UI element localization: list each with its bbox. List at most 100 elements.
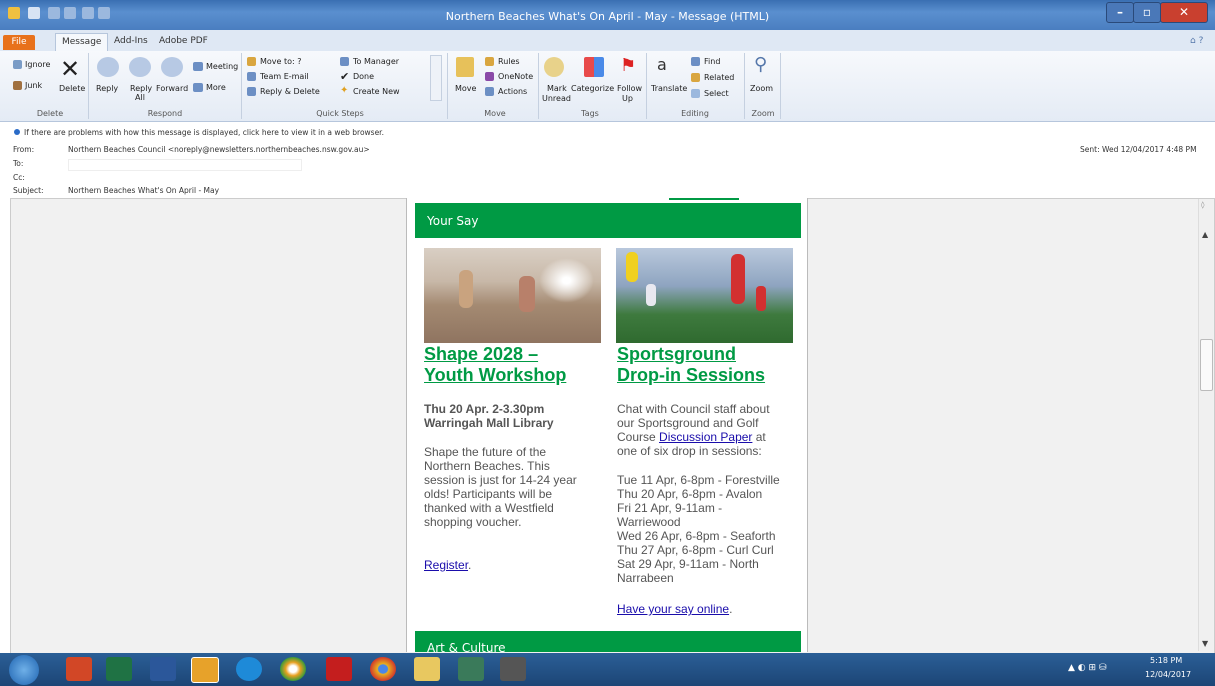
group-label-zoom: Zoom [751, 109, 775, 118]
start-button[interactable] [9, 655, 39, 685]
picasa-taskbar-icon[interactable] [280, 657, 306, 681]
minimize-button[interactable]: – [1106, 2, 1134, 23]
maximize-button[interactable]: ▫ [1133, 2, 1161, 23]
find-button[interactable]: Find [704, 57, 720, 66]
delete-button[interactable]: Delete [59, 84, 85, 93]
snipping-tool-taskbar-icon[interactable] [500, 657, 526, 681]
reply-button[interactable]: Reply [96, 84, 118, 93]
junk-button[interactable]: Junk [25, 81, 42, 90]
follow-up-label-2: Up [622, 94, 633, 103]
follow-up-flag-icon: ⚑ [620, 55, 637, 76]
junk-icon [13, 81, 22, 90]
rules-button[interactable]: Rules [498, 57, 520, 66]
close-button[interactable]: ✕ [1160, 2, 1208, 23]
session-item: Fri 21 Apr, 9-11am - [617, 501, 723, 515]
section-your-say: Your Say [415, 203, 801, 238]
internet-explorer-taskbar-icon[interactable] [236, 657, 262, 681]
ignore-button[interactable]: Ignore [25, 60, 50, 69]
quickstep-to-manager[interactable]: To Manager [353, 57, 399, 66]
quickstep-team-email[interactable]: Team E-mail [260, 72, 309, 81]
tab-message[interactable]: Message [55, 33, 109, 51]
excel-taskbar-icon[interactable] [106, 657, 132, 681]
have-your-say-period: . [729, 602, 733, 616]
sportsground-title-line-2[interactable]: Drop-in Sessions [617, 365, 765, 386]
ribbon: Ignore Junk ✕ Delete Delete Reply Reply … [0, 51, 1215, 122]
group-separator [646, 53, 647, 119]
system-tray-icons[interactable]: ▲ ◐ ⊞ ⛁ [1068, 663, 1106, 673]
done-check-icon: ✔ [340, 70, 350, 83]
email-body: Your Say Shape 2028 – Youth Workshop Thu… [406, 198, 808, 652]
delete-x-icon: ✕ [60, 55, 81, 83]
mark-unread-button[interactable]: Mark [547, 84, 567, 93]
child-figure [459, 270, 473, 308]
forward-icon [161, 57, 183, 77]
discussion-paper-link[interactable]: Discussion Paper [659, 430, 752, 444]
scroll-up-arrow[interactable]: ▲ [1202, 230, 1208, 239]
powerpoint-taskbar-icon[interactable] [66, 657, 92, 681]
meeting-button[interactable]: Meeting [206, 62, 238, 71]
categorize-button[interactable]: Categorize [571, 84, 614, 93]
shape-2028-title-line-2[interactable]: Youth Workshop [424, 365, 566, 386]
chrome-taskbar-icon[interactable] [370, 657, 396, 681]
ribbon-tabs: File Message Add-Ins Adobe PDF ⌂ ? [0, 30, 1215, 52]
zoom-button[interactable]: Zoom [750, 84, 773, 93]
related-button[interactable]: Related [704, 73, 734, 82]
workshop-body-line: olds! Participants will be [424, 487, 553, 501]
actions-button[interactable]: Actions [498, 87, 527, 96]
help-icon[interactable]: ⌂ ? [1190, 36, 1203, 46]
quickstep-reply-delete[interactable]: Reply & Delete [260, 87, 320, 96]
tab-add-ins[interactable]: Add-Ins [108, 33, 154, 50]
meeting-icon [193, 62, 203, 71]
follow-up-button[interactable]: Follow [617, 84, 642, 93]
more-button[interactable]: More [206, 83, 226, 92]
reply-all-icon [129, 57, 151, 77]
workshop-body-line: Shape the future of the [424, 445, 547, 459]
desktop-app-taskbar-icon[interactable] [458, 657, 484, 681]
clock-date[interactable]: 12/04/2017 [1145, 670, 1191, 679]
window-title: Northern Beaches What's On April - May -… [445, 10, 770, 23]
group-separator [538, 53, 539, 119]
zoom-magnifier-icon: ⚲ [754, 54, 768, 75]
player-figure [646, 284, 656, 306]
rules-icon [485, 57, 494, 66]
register-link[interactable]: Register [424, 558, 468, 572]
workshop-date: Thu 20 Apr. 2-3.30pm [424, 402, 545, 416]
file-explorer-taskbar-icon[interactable] [414, 657, 440, 681]
subject-label: Subject: [13, 186, 44, 195]
onenote-button[interactable]: OneNote [498, 72, 533, 81]
display-problem-infobar[interactable]: If there are problems with how this mess… [24, 128, 384, 137]
forward-button[interactable]: Forward [156, 84, 188, 93]
scroll-thumb[interactable] [1200, 339, 1213, 391]
reply-icon [97, 57, 119, 77]
tab-adobe-pdf[interactable]: Adobe PDF [153, 33, 214, 50]
session-item: Thu 27 Apr, 6-8pm - Curl Curl [617, 543, 774, 557]
quick-steps-scroll[interactable] [430, 55, 442, 101]
vertical-scrollbar[interactable]: ◊ ▲ ▼ [1198, 199, 1213, 651]
intro-at-text: at [752, 430, 766, 444]
session-item: Narrabeen [617, 571, 674, 585]
register-period: . [468, 558, 472, 572]
shape-2028-title-line-1[interactable]: Shape 2028 – [424, 344, 538, 365]
move-button[interactable]: Move [455, 84, 476, 93]
quickstep-done[interactable]: Done [353, 72, 374, 81]
quickstep-create-new[interactable]: Create New [353, 87, 400, 96]
translate-button[interactable]: Translate [651, 84, 687, 93]
section-art-culture: Art & Culture [415, 631, 801, 652]
from-value[interactable]: Northern Beaches Council <noreply@newsle… [68, 145, 370, 154]
select-button[interactable]: Select [704, 89, 729, 98]
tab-file[interactable]: File [3, 35, 35, 50]
quickstep-move-to[interactable]: Move to: ? [260, 57, 302, 66]
sportsground-title-line-1[interactable]: Sportsground [617, 344, 736, 365]
onenote-icon [485, 72, 494, 81]
outlook-taskbar-icon[interactable] [191, 657, 219, 683]
have-your-say-link[interactable]: Have your say online [617, 602, 729, 616]
acrobat-taskbar-icon[interactable] [326, 657, 352, 681]
reply-all-button[interactable]: Reply [130, 84, 152, 93]
workshop-body-line: shopping voucher. [424, 515, 522, 529]
clock-time[interactable]: 5:18 PM [1150, 656, 1182, 665]
scroll-down-arrow[interactable]: ▼ [1202, 639, 1208, 648]
word-taskbar-icon[interactable] [150, 657, 176, 681]
scroll-tools-icon[interactable]: ◊ [1201, 201, 1204, 209]
player-figure [756, 286, 766, 311]
group-label-respond: Respond [147, 109, 183, 118]
